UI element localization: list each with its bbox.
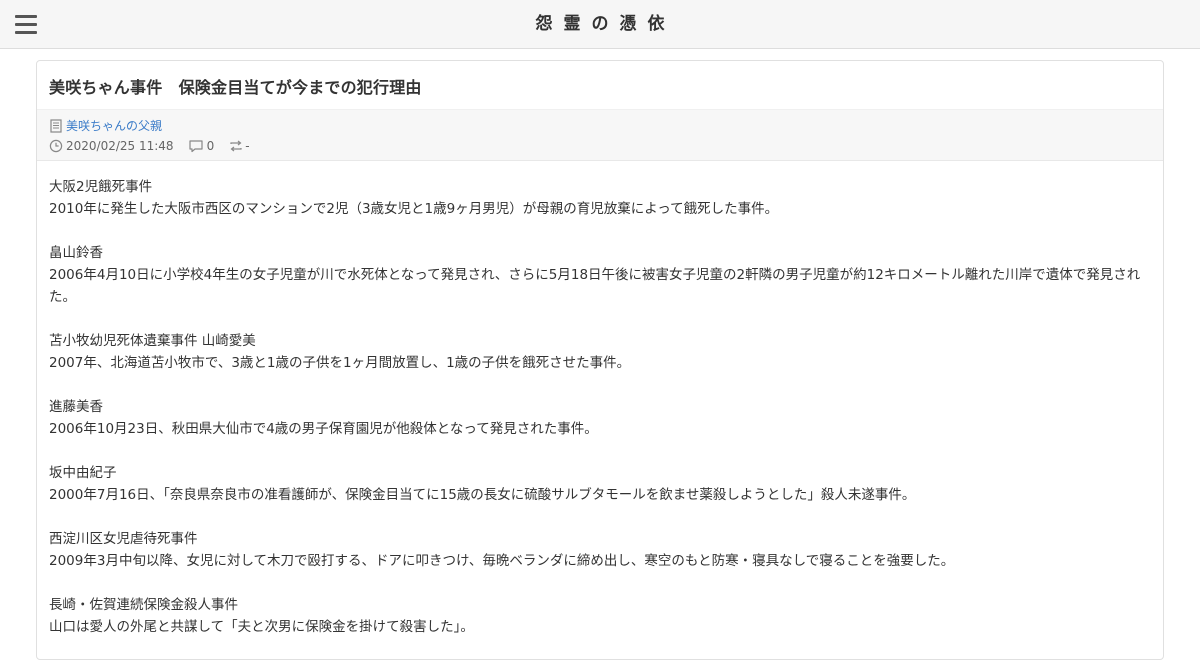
entry-heading: 苫小牧幼児死体遺棄事件 山崎愛美	[49, 333, 256, 349]
comment-icon	[188, 140, 203, 153]
trackback[interactable]: -	[228, 136, 250, 156]
article-body: 大阪2児餓死事件 2010年に発生した大阪市西区のマンションで2児（3歳女児と1…	[37, 161, 1163, 638]
article-meta: 美咲ちゃんの父親 2020/02/25 11:48 0 -	[37, 109, 1163, 161]
clock-icon	[49, 139, 63, 153]
comment-count-value: 0	[206, 139, 215, 153]
post-date: 2020/02/25 11:48	[49, 136, 174, 156]
list-item: 西淀川区女児虐待死事件 2009年3月中旬以降、女児に対して木刀で殴打する、ドア…	[49, 528, 1151, 572]
site-title: 怨霊の憑依	[535, 14, 676, 34]
list-item: 長崎・佐賀連続保険金殺人事件 山口は愛人の外尾と共謀して「夫と次男に保険金を掛け…	[49, 594, 1151, 638]
entry-heading: 長崎・佐賀連続保険金殺人事件	[49, 597, 238, 613]
list-item: 苫小牧幼児死体遺棄事件 山崎愛美 2007年、北海道苫小牧市で、3歳と1歳の子供…	[49, 330, 1151, 374]
entry-text: 山口は愛人の外尾と共謀して「夫と次男に保険金を掛けて殺害した」。	[49, 619, 474, 635]
entry-text: 2006年10月23日、秋田県大仙市で4歳の男子保育園児が他殺体となって発見され…	[49, 421, 598, 437]
entry-heading: 大阪2児餓死事件	[49, 179, 153, 195]
article-title[interactable]: 美咲ちゃん事件 保険金目当てが今までの犯行理由	[37, 61, 1163, 109]
top-bar: 怨霊の憑依	[0, 0, 1200, 49]
post-timestamp: 2020/02/25 11:48	[66, 139, 174, 153]
author-link[interactable]: 美咲ちゃんの父親	[66, 116, 162, 136]
entry-text: 2006年4月10日に小学校4年生の女子児童が川で水死体となって発見され、さらに…	[49, 267, 1141, 305]
entry-text: 2009年3月中旬以降、女児に対して木刀で殴打する、ドアに叩きつけ、毎晩ベランダ…	[49, 553, 955, 569]
article-card: 美咲ちゃん事件 保険金目当てが今までの犯行理由 美咲ちゃんの父親 2020/02…	[36, 60, 1164, 660]
document-icon	[50, 119, 62, 133]
entry-text: 2000年7月16日、「奈良県奈良市の准看護師が、保険金目当てに15歳の長女に硫…	[49, 487, 916, 503]
entry-heading: 畠山鈴香	[49, 245, 103, 261]
list-item: 進藤美香 2006年10月23日、秋田県大仙市で4歳の男子保育園児が他殺体となっ…	[49, 396, 1151, 440]
trackback-icon	[230, 140, 242, 152]
trackback-value: -	[245, 139, 250, 153]
list-item: 大阪2児餓死事件 2010年に発生した大阪市西区のマンションで2児（3歳女児と1…	[49, 176, 1151, 220]
entry-heading: 西淀川区女児虐待死事件	[49, 531, 198, 547]
hamburger-menu-icon[interactable]	[15, 15, 37, 35]
entry-heading: 坂中由紀子	[49, 465, 117, 481]
comment-count[interactable]: 0	[188, 136, 215, 156]
author-info: 美咲ちゃんの父親	[49, 116, 162, 136]
entry-text: 2007年、北海道苫小牧市で、3歳と1歳の子供を1ヶ月間放置し、1歳の子供を餓死…	[49, 355, 631, 371]
entry-text: 2010年に発生した大阪市西区のマンションで2児（3歳女児と1歳9ヶ月男児）が母…	[49, 201, 779, 217]
list-item: 畠山鈴香 2006年4月10日に小学校4年生の女子児童が川で水死体となって発見さ…	[49, 242, 1151, 308]
entry-heading: 進藤美香	[49, 399, 103, 415]
list-item: 坂中由紀子 2000年7月16日、「奈良県奈良市の准看護師が、保険金目当てに15…	[49, 462, 1151, 506]
